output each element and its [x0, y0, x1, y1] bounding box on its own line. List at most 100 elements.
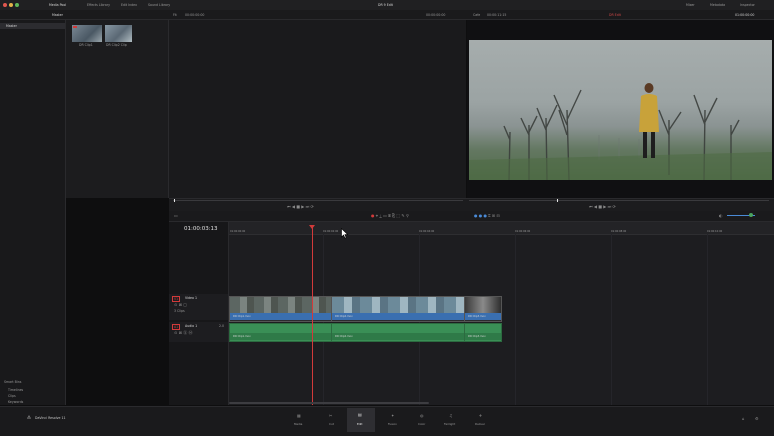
app-name: DaVinci Resolve 11 — [35, 416, 66, 420]
source-scrubber-handle[interactable] — [174, 199, 175, 202]
clip-label-2: DR Clip2 Clip — [106, 43, 127, 47]
ruler-mark: 01:00:00:00 — [230, 230, 246, 233]
page-label-cut: Cut — [329, 422, 334, 426]
media-page-icon: ▦ — [297, 413, 301, 418]
video-clip-label-bar: DR Clip3.mov — [465, 313, 501, 320]
page-label-edit: Edit — [357, 422, 363, 426]
clip-thumbnail-1[interactable] — [72, 25, 102, 42]
timeline-transport-controls-icon[interactable]: ⏮ ◀ ■ ▶ ⏭ ⟳ — [589, 204, 616, 209]
page-tab-edit[interactable]: ▤ Edit — [347, 408, 375, 432]
metadata-tab[interactable]: Metadata — [710, 3, 725, 7]
settings-gear-icon[interactable]: ⚙ — [755, 416, 759, 421]
source-transport-controls-icon[interactable]: ⏮ ◀ ■ ▶ ⏭ ⟳ — [287, 204, 314, 209]
timeline-area[interactable]: 01:00:00:00 01:00:02:00 01:00:04:00 01:0… — [229, 222, 774, 405]
master-bin-label: Master — [6, 24, 17, 28]
layout-menu-icon[interactable]: ▭ — [174, 213, 178, 218]
ruler-mark: 01:00:08:00 — [611, 230, 627, 233]
page-tab-media[interactable]: ▦ Media — [290, 410, 310, 430]
timeline-scrubber-handle[interactable] — [557, 199, 558, 202]
video-clip-label-bar: DR Clip1.mov — [230, 313, 331, 320]
video-clip-thumbnails — [230, 297, 331, 313]
zoom-slider[interactable] — [727, 213, 755, 217]
smart-bins-header: Smart Bins — [4, 380, 22, 384]
clip-name: Cafe — [473, 13, 481, 17]
snap-link-tools-icon[interactable]: ● ● ● ⌗ ⊞ ⊟ — [474, 213, 500, 218]
timeline-viewer[interactable] — [467, 20, 774, 198]
page-tab-color[interactable]: ◍ Color — [413, 410, 433, 430]
audio-track-header: A1 Audio 1 2.0 ⊙ ⊠ Ⓢ Ⓜ — [169, 322, 228, 342]
inspector-tab[interactable]: Inspector — [740, 3, 755, 7]
mixer-tab[interactable]: Mixer — [686, 3, 695, 7]
maximize-window-icon[interactable] — [15, 3, 19, 7]
clip-thumbnail-2[interactable] — [105, 25, 132, 42]
video-track-controls-icon[interactable]: ⊙ ⊠ ▢ — [174, 302, 187, 307]
timeline-scrollbar[interactable] — [229, 402, 429, 404]
zoom-slider-handle[interactable] — [749, 213, 753, 217]
video-track-clip-count: 3 Clips — [174, 309, 185, 313]
audio-clip-2[interactable]: DR Clip2.mov — [331, 323, 465, 342]
davinci-logo-icon: ⁂ — [27, 415, 31, 420]
bin-selector[interactable]: Master — [52, 13, 63, 17]
vineyard-scene — [469, 83, 772, 180]
video-track-header: V1 Video 1 ⊙ ⊠ ▢ 3 Clips — [169, 294, 228, 320]
page-tab-deliver[interactable]: ✈ Deliver — [472, 410, 492, 430]
panel-header-row: Master 00:00:00:00 Fit 00:00:00:00 Cafe … — [0, 10, 774, 20]
timeline-scrubber-bar[interactable] — [469, 200, 769, 201]
video-track-name: Video 1 — [185, 296, 197, 300]
grid-line — [611, 234, 612, 405]
edit-index-tab[interactable]: Edit Index — [121, 3, 137, 7]
audio-track-name: Audio 1 — [185, 324, 198, 328]
track-headers: 01:00:03:13 V1 Video 1 ⊙ ⊠ ▢ 3 Clips A1 … — [169, 222, 229, 405]
page-tab-fairlight[interactable]: ♫ Fairlight — [442, 410, 462, 430]
video-clip-2[interactable]: DR Clip2.mov — [331, 296, 465, 322]
media-pool-tab[interactable]: Media Pool — [49, 3, 66, 7]
timeline-name[interactable]: DR Edit — [609, 13, 621, 17]
smart-bin-keywords[interactable]: Keywords — [8, 400, 23, 404]
sound-library-tab[interactable]: Sound Library — [148, 3, 170, 7]
zoom-level[interactable]: Fit — [173, 13, 177, 17]
close-window-icon[interactable] — [3, 3, 7, 7]
video-clip-3[interactable]: DR Clip3.mov — [464, 296, 502, 322]
smart-bin-timelines[interactable]: Timelines — [8, 388, 23, 392]
page-label-color: Color — [418, 422, 426, 426]
video-clip-label: DR Clip2.mov — [335, 315, 353, 318]
timeline-source-tc: 00:00:00:00 — [426, 13, 446, 17]
page-label-media: Media — [294, 422, 303, 426]
timeline-timecode: 01:00:00:00 — [735, 13, 755, 17]
video-clip-thumbnails — [332, 297, 464, 313]
audio-meter-icon[interactable]: ◐ — [719, 213, 723, 218]
bin-list-panel: Master Smart Bins Timelines Clips Keywor… — [0, 20, 66, 405]
edit-page-icon: ▤ — [358, 412, 362, 417]
source-scrubber-bar[interactable] — [173, 200, 463, 201]
audio-clip-1[interactable]: DR Clip1.mov — [229, 323, 332, 342]
effects-library-tab[interactable]: Effects Library — [87, 3, 110, 7]
playhead-handle[interactable] — [309, 225, 315, 229]
smart-bin-clips[interactable]: Clips — [8, 394, 16, 398]
audio-clip-label: DR Clip3.mov — [468, 335, 486, 338]
audio-clip-label-bar: DR Clip2.mov — [332, 333, 464, 340]
audio-track-controls-icon[interactable]: ⊙ ⊠ Ⓢ Ⓜ — [174, 330, 193, 335]
playhead[interactable] — [312, 225, 313, 405]
source-timecode: 00:00:00:00 — [185, 13, 205, 17]
edit-mode-tools-icon[interactable]: ● ⌖ ⟂ ▭ ⌸ ⎘ ⬚ ✎ ⚲ — [371, 213, 409, 218]
page-label-fairlight: Fairlight — [444, 422, 456, 426]
minimize-window-icon[interactable] — [9, 3, 13, 7]
audio-clip-label-bar: DR Clip1.mov — [230, 333, 331, 340]
page-tab-cut[interactable]: ✂ Cut — [322, 410, 342, 430]
audio-clip-label-bar: DR Clip3.mov — [465, 333, 501, 340]
page-tab-fusion[interactable]: ✦ Fusion — [384, 410, 404, 430]
ruler-mark: 01:00:04:00 — [419, 230, 435, 233]
video-clip-1[interactable]: DR Clip1.mov — [229, 296, 332, 322]
audio-track-level: 2.0 — [219, 324, 225, 328]
fairlight-page-icon: ♫ — [449, 413, 453, 418]
color-page-icon: ◍ — [420, 413, 424, 418]
home-icon[interactable]: ⌂ — [742, 416, 745, 421]
viewer-transport-row: ⏮ ◀ ■ ▶ ⏭ ⟳ ⏮ ◀ ■ ▶ ⏭ ⟳ — [169, 198, 774, 211]
person-figure — [639, 83, 659, 158]
current-timecode: 01:00:03:13 — [184, 226, 218, 232]
audio-clip-3[interactable]: DR Clip3.mov — [464, 323, 502, 342]
window-title: DR 9 Edit — [378, 3, 393, 7]
master-bin-row[interactable]: Master — [0, 23, 65, 29]
source-viewer[interactable] — [169, 20, 466, 198]
fusion-page-icon: ✦ — [391, 413, 395, 418]
